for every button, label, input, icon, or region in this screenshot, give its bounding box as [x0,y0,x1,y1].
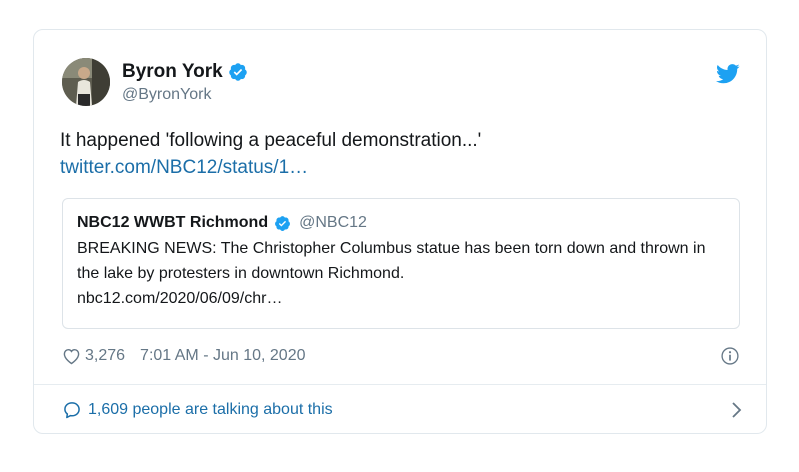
tweet-text: It happened 'following a peaceful demons… [60,130,482,151]
quoted-tweet-header: NBC12 WWBT Richmond @NBC12 [77,212,725,234]
author-block: Byron York @ByronYork [122,60,248,104]
speech-bubble-icon [64,402,80,419]
author-avatar[interactable] [62,58,110,106]
info-icon[interactable] [720,346,740,366]
author-handle[interactable]: @ByronYork [122,86,248,104]
twitter-bird-icon[interactable] [716,64,740,84]
conversation-link[interactable]: 1,609 people are talking about this [62,398,742,422]
tweet-body: It happened 'following a peaceful demons… [60,127,740,181]
tweet-link[interactable]: twitter.com/NBC12/status/1… [60,154,740,181]
quoted-tweet-text: BREAKING NEWS: The Christopher Columbus … [77,240,706,282]
heart-icon[interactable] [62,347,81,365]
quoted-tweet-link[interactable]: nbc12.com/2020/06/09/chr… [77,290,282,307]
tweet-card: Byron York @ByronYork It happened 'follo… [33,29,767,434]
quoted-tweet-body: BREAKING NEWS: The Christopher Columbus … [77,236,725,311]
tweet-meta: 3,276 7:01 AM - Jun 10, 2020 [62,344,740,368]
talking-count-text: 1,609 people are talking about this [88,401,333,418]
verified-badge-icon [275,215,291,231]
chevron-right-icon [732,402,742,418]
quoted-author-name: NBC12 WWBT Richmond [77,214,269,231]
avatar-photo-icon [62,58,110,106]
divider [34,384,766,385]
verified-badge-icon [228,63,247,81]
author-name[interactable]: Byron York [122,61,223,83]
tweet-timestamp[interactable]: 7:01 AM - Jun 10, 2020 [140,347,305,365]
quoted-tweet[interactable]: NBC12 WWBT Richmond @NBC12 BREAKING NEWS… [62,198,740,329]
like-count[interactable]: 3,276 [85,347,125,365]
author-name-row: Byron York [122,60,248,84]
quoted-author-handle: @NBC12 [299,214,367,231]
